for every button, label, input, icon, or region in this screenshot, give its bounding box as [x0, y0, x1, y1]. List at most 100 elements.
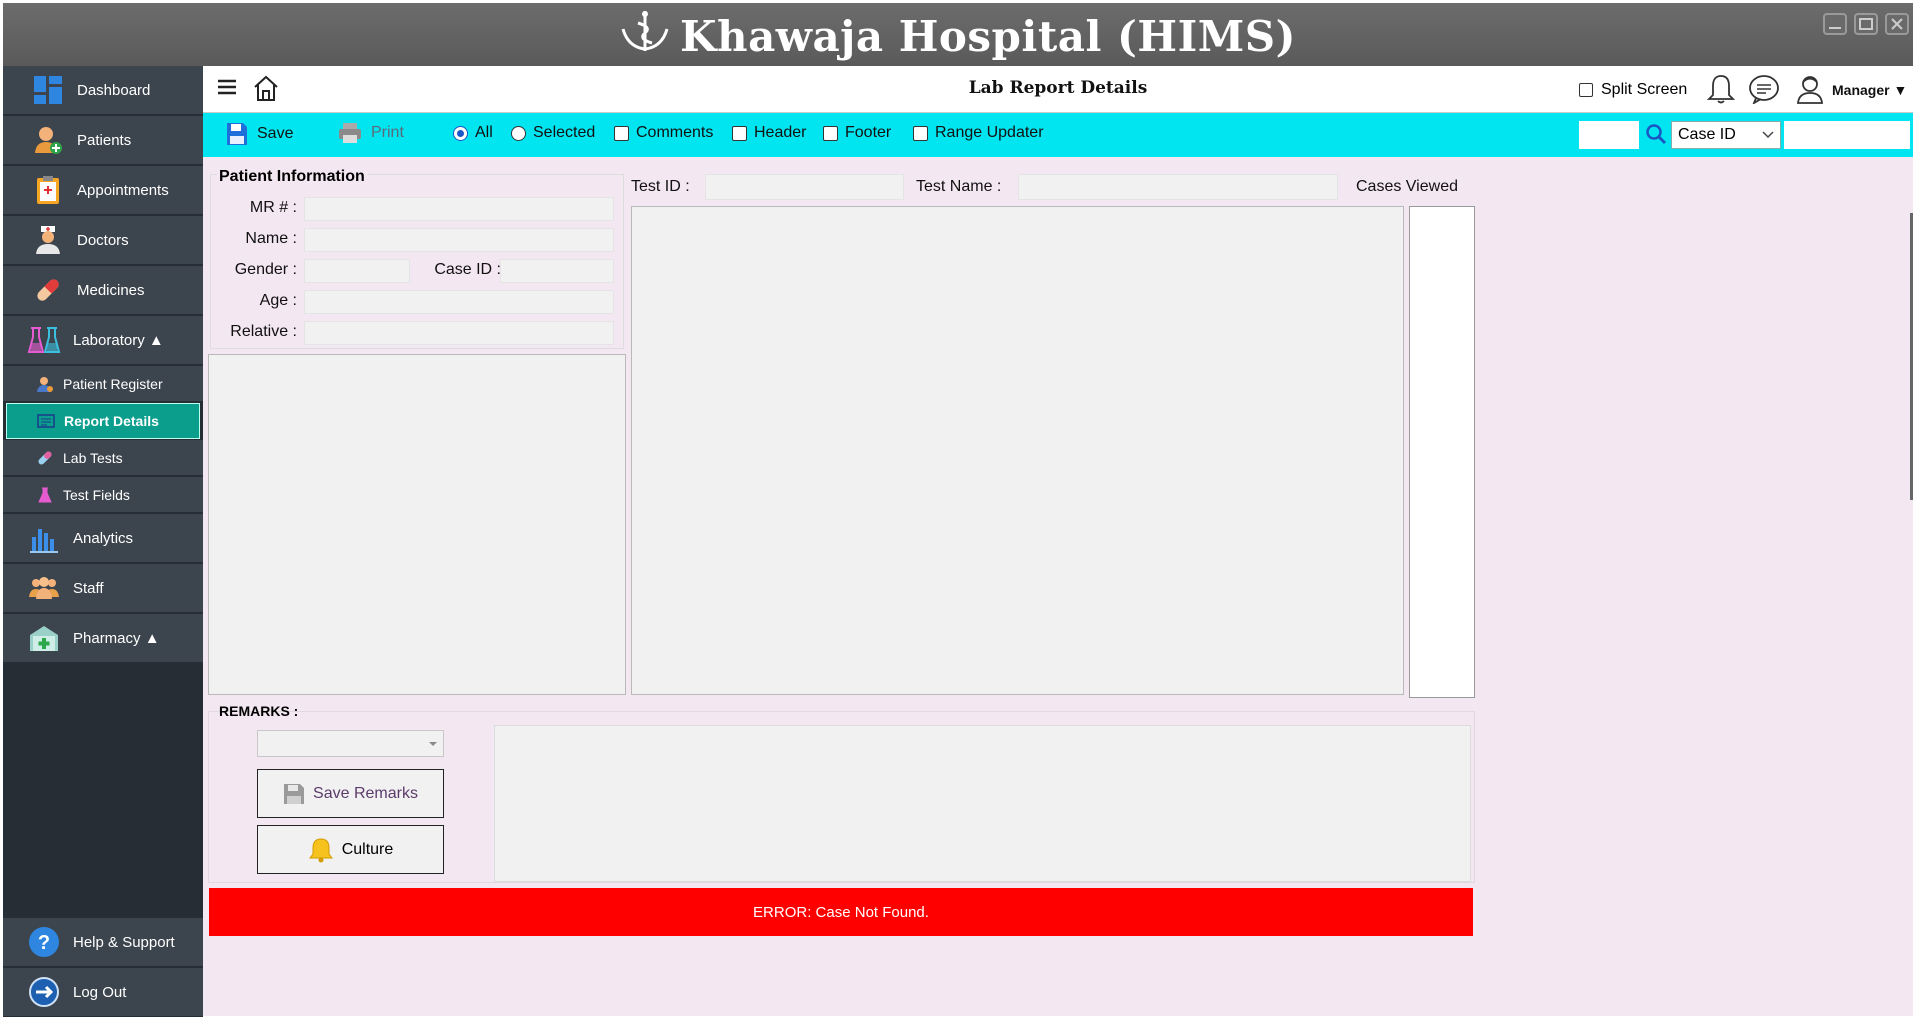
- sidebar-item-patients[interactable]: Patients: [3, 116, 203, 165]
- culture-button[interactable]: Culture: [257, 825, 444, 874]
- search-input-short[interactable]: [1579, 121, 1639, 149]
- sidebar-item-label: Appointments: [77, 181, 169, 199]
- age-label: Age :: [259, 292, 297, 309]
- gender-label: Gender :: [234, 261, 297, 278]
- header-box[interactable]: [732, 125, 747, 141]
- header-label: Header: [754, 124, 807, 141]
- user-menu[interactable]: Manager ▼: [1832, 82, 1907, 98]
- chevron-down-icon: [1762, 131, 1774, 139]
- test-name-field[interactable]: [1018, 174, 1338, 200]
- relative-label: Relative :: [230, 323, 297, 340]
- footer-label: Footer: [845, 124, 892, 141]
- print-label: Print: [371, 124, 404, 141]
- case-id-field[interactable]: [500, 259, 614, 283]
- sidebar-item-dashboard[interactable]: Dashboard: [3, 66, 203, 115]
- sidebar-item-label: Dashboard: [77, 81, 151, 99]
- range-updater-box[interactable]: [913, 125, 928, 141]
- top-bar: Lab Report Details Split Screen Manager …: [203, 66, 1913, 113]
- toolbar: Save Print All Selected Comments Header …: [203, 113, 1913, 157]
- bell-icon: [308, 837, 333, 862]
- maximize-icon[interactable]: [1854, 13, 1878, 35]
- sidebar-item-test-fields[interactable]: Test Fields: [3, 477, 203, 513]
- all-label: All: [475, 124, 493, 141]
- close-icon[interactable]: [1885, 13, 1909, 35]
- all-radio[interactable]: All: [453, 124, 493, 142]
- pill-icon: [35, 448, 55, 468]
- search-input[interactable]: [1784, 121, 1910, 149]
- doctor-icon: [31, 223, 65, 257]
- sidebar-item-label: Log Out: [73, 983, 127, 1001]
- user-icon[interactable]: [1795, 73, 1825, 110]
- sidebar: Dashboard Patients Appointments Doctors …: [3, 66, 203, 1017]
- chat-icon[interactable]: [1748, 74, 1780, 109]
- sidebar-sub-label: Test Fields: [63, 486, 130, 503]
- name-field[interactable]: [304, 228, 614, 252]
- bell-icon[interactable]: [1706, 73, 1736, 110]
- sidebar-item-log-out[interactable]: Log Out: [3, 968, 203, 1017]
- minimize-icon[interactable]: [1823, 13, 1847, 35]
- floppy-icon: [284, 783, 305, 804]
- remarks-select[interactable]: [257, 730, 444, 757]
- test-id-field[interactable]: [705, 174, 904, 200]
- sidebar-item-pharmacy[interactable]: Pharmacy ▲: [3, 614, 203, 663]
- sidebar-item-label: Pharmacy ▲: [73, 629, 160, 647]
- remarks-textarea[interactable]: [494, 725, 1471, 882]
- gender-field[interactable]: [304, 259, 410, 283]
- pill-icon: [31, 273, 65, 307]
- sidebar-item-laboratory[interactable]: Laboratory ▲: [3, 316, 203, 365]
- sidebar-item-staff[interactable]: Staff: [3, 564, 203, 613]
- save-remarks-button[interactable]: Save Remarks: [257, 769, 444, 818]
- split-screen-checkbox[interactable]: Split Screen: [1579, 81, 1687, 99]
- report-fields-panel[interactable]: [631, 206, 1404, 695]
- save-label: Save: [257, 125, 294, 142]
- range-updater-label: Range Updater: [935, 124, 1044, 141]
- selected-label: Selected: [533, 124, 596, 141]
- patient-info-heading: Patient Information: [217, 168, 367, 186]
- report-icon: [36, 411, 56, 431]
- header-checkbox[interactable]: Header: [732, 124, 806, 142]
- split-screen-box[interactable]: [1579, 83, 1593, 97]
- search-field-value: Case ID: [1678, 126, 1736, 143]
- sidebar-item-label: Help & Support: [73, 933, 175, 951]
- comments-box[interactable]: [614, 125, 629, 141]
- app-title: Khawaja Hospital (HIMS): [3, 11, 1913, 63]
- search-icon[interactable]: [1645, 123, 1667, 150]
- search-field-select[interactable]: Case ID: [1671, 121, 1781, 149]
- sidebar-item-report-details[interactable]: Report Details: [6, 403, 200, 439]
- sidebar-item-medicines[interactable]: Medicines: [3, 266, 203, 315]
- selected-radio-dot[interactable]: [511, 125, 526, 141]
- sidebar-item-doctors[interactable]: Doctors: [3, 216, 203, 265]
- name-label: Name :: [245, 230, 297, 247]
- floppy-icon: [227, 123, 247, 145]
- test-list-panel[interactable]: [208, 354, 626, 695]
- user-icon: [35, 374, 55, 394]
- mr-field[interactable]: [304, 197, 614, 221]
- sidebar-item-patient-register[interactable]: Patient Register: [3, 366, 203, 402]
- comments-checkbox[interactable]: Comments: [614, 124, 713, 142]
- all-radio-dot[interactable]: [453, 125, 468, 141]
- save-button[interactable]: Save: [226, 122, 293, 146]
- cases-viewed-list[interactable]: [1409, 206, 1475, 698]
- split-screen-label: Split Screen: [1601, 81, 1688, 98]
- print-button[interactable]: Print: [338, 122, 404, 144]
- selected-radio[interactable]: Selected: [511, 124, 595, 142]
- footer-checkbox[interactable]: Footer: [823, 124, 891, 142]
- patient-icon: [31, 123, 65, 157]
- printer-icon: [339, 123, 361, 143]
- cases-viewed-label: Cases Viewed: [1356, 178, 1458, 195]
- chevron-down-icon: [429, 742, 437, 746]
- sidebar-item-label: Patients: [77, 131, 132, 149]
- sidebar-item-label: Analytics: [73, 529, 134, 547]
- main-content: Patient Information MR # : Name : Gender…: [203, 157, 1913, 1016]
- range-updater-checkbox[interactable]: Range Updater: [913, 124, 1044, 142]
- sidebar-item-help-support[interactable]: ? Help & Support: [3, 918, 203, 967]
- sidebar-item-appointments[interactable]: Appointments: [3, 166, 203, 215]
- footer-box[interactable]: [823, 125, 838, 141]
- sidebar-sub-label: Patient Register: [63, 375, 163, 392]
- sidebar-sub-label: Report Details: [64, 413, 159, 429]
- relative-field[interactable]: [304, 321, 614, 345]
- dashboard-icon: [31, 73, 65, 107]
- sidebar-item-analytics[interactable]: Analytics: [3, 514, 203, 563]
- age-field[interactable]: [304, 290, 614, 314]
- sidebar-item-lab-tests[interactable]: Lab Tests: [3, 440, 203, 476]
